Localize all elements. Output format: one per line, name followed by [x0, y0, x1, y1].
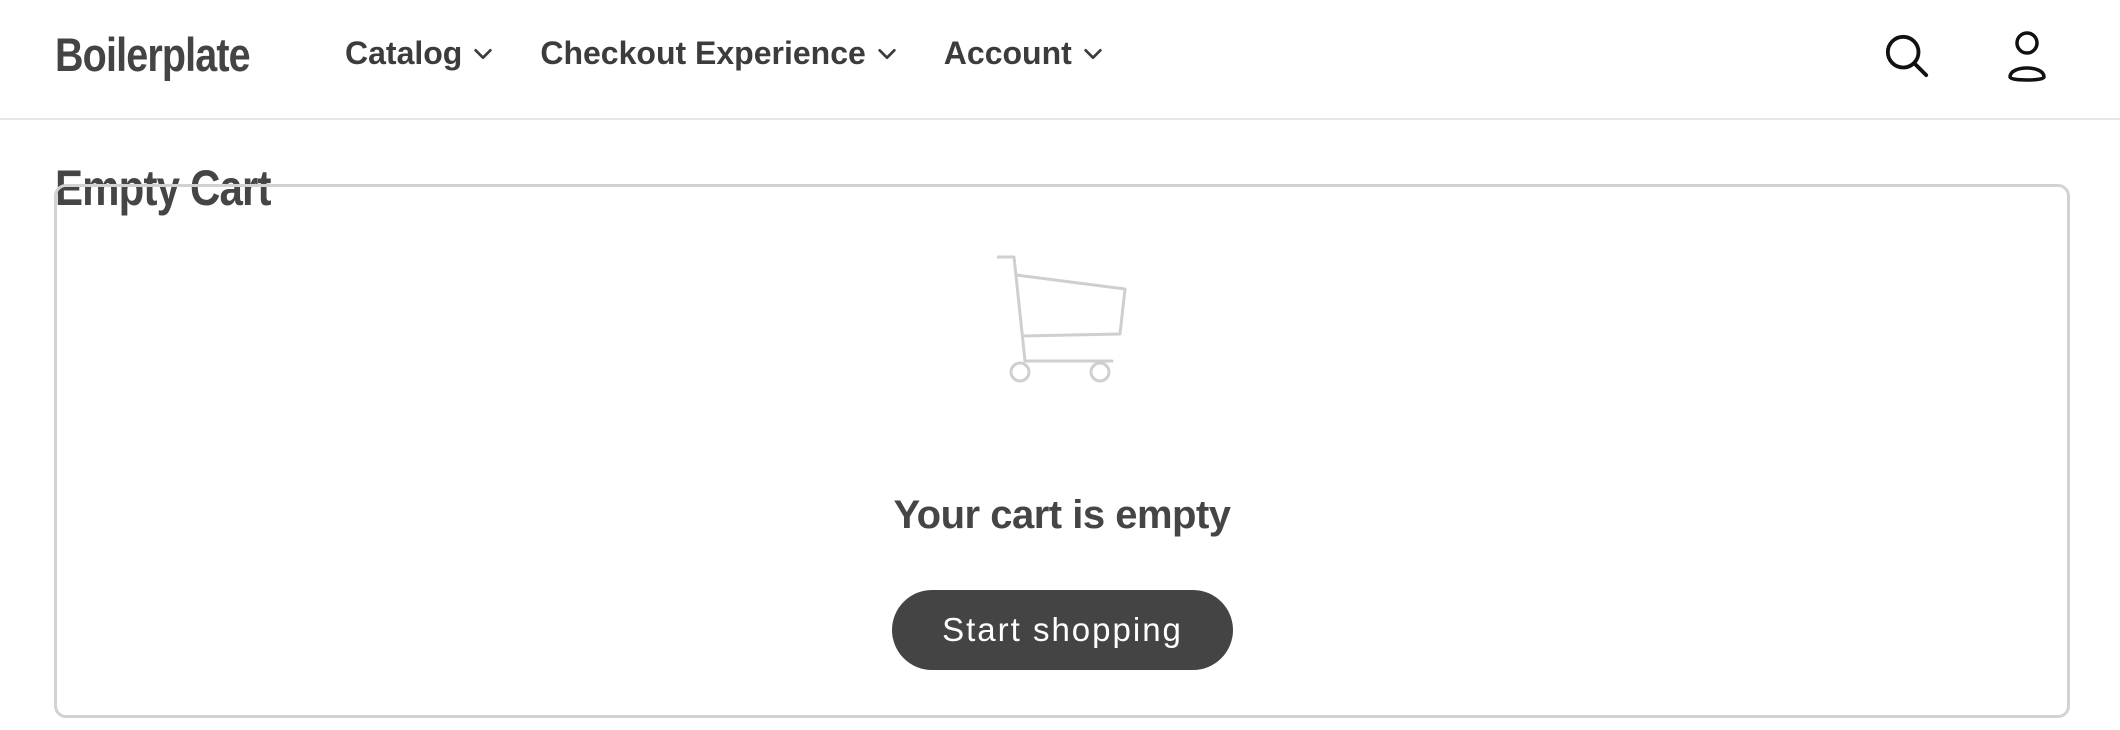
account-button[interactable] [2002, 30, 2052, 82]
header-actions [1882, 30, 2052, 82]
chevron-down-icon [474, 48, 493, 59]
nav-account-label: Account [943, 35, 1072, 71]
nav-catalog-label: Catalog [345, 35, 463, 71]
shopping-cart-icon [997, 255, 1127, 383]
search-button[interactable] [1882, 30, 1932, 82]
search-icon [1885, 34, 1929, 78]
nav-checkout-experience[interactable]: Checkout Experience [540, 35, 897, 72]
site-header: Boilerplate Catalog Checkout Experience … [0, 0, 2120, 120]
nav-account[interactable]: Account [944, 35, 1104, 72]
empty-cart-panel: Your cart is empty Start shopping [54, 184, 2070, 718]
chevron-down-icon [1084, 48, 1102, 59]
chevron-down-icon [878, 48, 896, 59]
start-shopping-button[interactable]: Start shopping [892, 590, 1233, 670]
main-navigation: Catalog Checkout Experience Account [345, 35, 1104, 72]
nav-checkout-experience-label: Checkout Experience [540, 35, 866, 71]
nav-catalog[interactable]: Catalog [345, 35, 494, 72]
empty-cart-message: Your cart is empty [893, 493, 1231, 537]
brand-logo[interactable]: Boilerplate [55, 27, 251, 82]
user-icon [2008, 31, 2046, 82]
